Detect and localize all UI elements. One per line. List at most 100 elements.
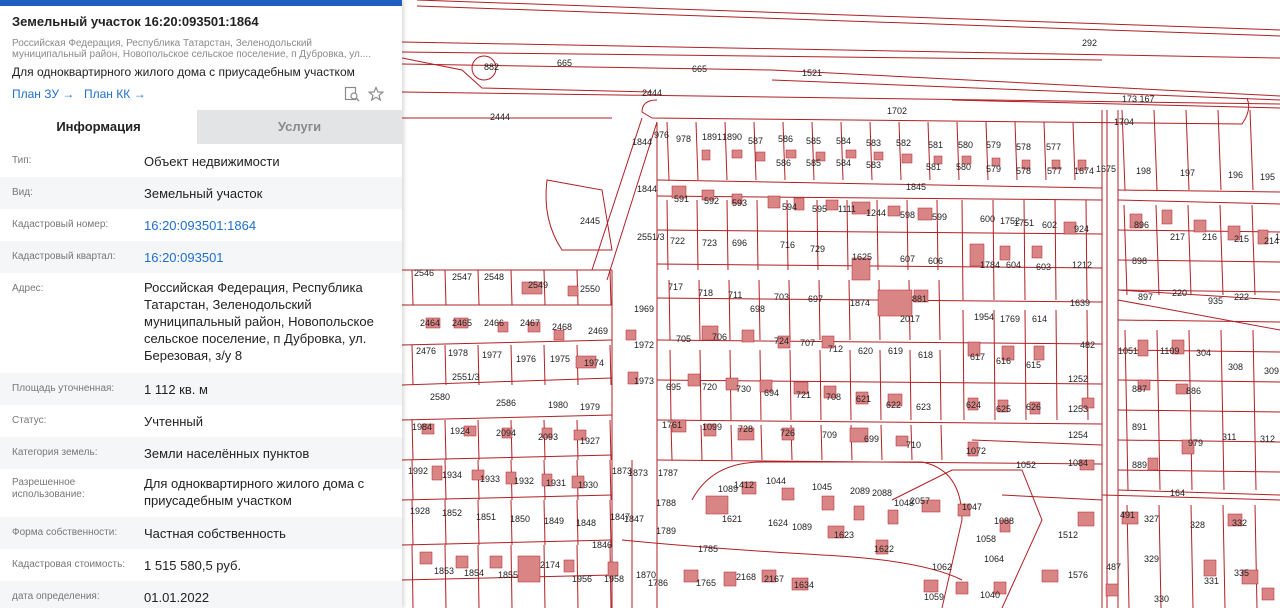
parcel-number-label: 595 — [812, 204, 827, 214]
parcel-number-label: 623 — [916, 402, 931, 412]
parcel-boundary — [543, 544, 546, 608]
parcel-number-label: 331 — [1204, 576, 1219, 586]
building-footprint — [767, 195, 781, 209]
parcel-number-label: 577 — [1047, 166, 1062, 176]
parcel-number-label: 2088 — [872, 488, 892, 498]
building-footprint — [705, 495, 729, 515]
building-footprint — [723, 571, 737, 587]
parcel-number-label: 2057 — [910, 496, 930, 506]
cadastral-number-link[interactable]: 16:20:093501:1864 — [144, 217, 394, 234]
parcel-number-label: 1084 — [1068, 458, 1088, 468]
parcel-number-label: 728 — [738, 424, 753, 434]
parcel-boundary — [869, 121, 873, 181]
parcel-number-label: 722 — [670, 236, 685, 246]
cadastral-map[interactable]: 292 665 665 1521 882 2444 173 167 1702 2444 1704 9… — [402, 0, 1280, 608]
parcel-number-label: 1849 — [544, 516, 564, 526]
panel-top-accent — [0, 0, 402, 6]
parcel-number-label: 580 — [958, 140, 973, 150]
row-valuation-date: дата определения: 01.01.2022 — [0, 581, 402, 608]
parcel-number-label: 1111 — [838, 204, 856, 214]
parcel-boundary — [961, 199, 964, 301]
parcel-number-label: 1972 — [634, 340, 654, 350]
parcel-number-label: 2466 — [484, 318, 504, 328]
plan-kk-link[interactable]: План КК → — [84, 87, 146, 101]
parcel-number-label: 1846 — [592, 540, 612, 550]
search-document-icon[interactable] — [344, 86, 360, 102]
parcel-number-label: 584 — [836, 158, 851, 168]
parcel-boundary — [477, 419, 480, 461]
parcel-number-label: 935 — [1208, 296, 1223, 306]
parcel-number-label: 604 — [1006, 260, 1021, 270]
parcel-number-label: 580 — [956, 162, 971, 172]
parcel-number-label: 1977 — [482, 350, 502, 360]
row-cadastral-value: Кадастровая стоимость: 1 515 580,5 руб. — [0, 549, 402, 581]
panel-title: Земельный участок 16:20:093501:1864 — [12, 14, 259, 29]
parcel-number-label: 703 — [774, 292, 789, 302]
parcel-number-label: 1099 — [702, 422, 722, 432]
parcel-number-label: 622 — [886, 400, 901, 410]
parcel-number-label: 696 — [732, 238, 747, 248]
map-canvas[interactable]: 292 665 665 1521 882 2444 173 167 1702 2444 1704 9… — [402, 0, 1280, 608]
parcel-number-label: 2467 — [520, 318, 540, 328]
parcel-number-label: 2094 — [496, 428, 516, 438]
row-label: Кадастровый квартал: — [12, 251, 116, 262]
tab-services[interactable]: Услуги — [197, 110, 402, 144]
parcel-number-label: 1784 — [980, 260, 1000, 270]
parcel-number-label: 1212 — [1072, 260, 1092, 270]
parcel-number-label: 1751 — [1014, 218, 1034, 228]
row-value: 01.01.2022 — [144, 590, 210, 605]
parcel-number-label: 487 — [1106, 562, 1121, 572]
building-footprint — [917, 207, 933, 221]
building-footprint — [1033, 345, 1045, 361]
building-footprint — [563, 559, 575, 573]
parcel-number-label: 308 — [1228, 362, 1243, 372]
building-footprint — [877, 289, 913, 317]
parcel-number-label: 220 — [1172, 288, 1187, 298]
parcel-number-label: 585 — [806, 136, 821, 146]
tab-info[interactable]: Информация — [0, 110, 197, 144]
parcel-number-label: 1622 — [874, 544, 894, 554]
parcel-number-label: 197 — [1180, 168, 1195, 178]
parcel-number-label: 603 — [1036, 262, 1051, 272]
parcel-number-label: 1045 — [812, 482, 832, 492]
cadastral-quarter-link[interactable]: 16:20:093501 — [144, 249, 394, 266]
row-value: Учтенный — [144, 414, 204, 429]
parcel-boundary — [789, 349, 792, 421]
parcel-number-label: 1891 — [702, 132, 722, 142]
parcel-number-label: 1958 — [604, 574, 624, 584]
row-label: Вид: — [12, 187, 33, 198]
row-label: Тип: — [12, 155, 32, 166]
parcel-boundary — [444, 269, 447, 306]
parcel-number-label: 1851 — [476, 512, 496, 522]
parcel-number-label: 583 — [866, 138, 881, 148]
parcel-number-label: 2089 — [850, 486, 870, 496]
parcel-number-label: 697 — [808, 294, 823, 304]
row-value: 1 515 580,5 руб. — [144, 558, 242, 573]
building-footprint — [701, 149, 711, 161]
parcel-boundary — [1222, 504, 1226, 608]
parcel-number-label: 898 — [1132, 256, 1147, 266]
parcel-boundary — [1155, 204, 1160, 296]
parcel-boundary — [726, 199, 729, 271]
parcel-boundary — [1055, 309, 1058, 421]
parcel-boundary — [840, 121, 844, 181]
parcel-boundary — [879, 349, 882, 421]
parcel-boundary — [609, 499, 612, 546]
row-label: Адрес: — [12, 283, 44, 294]
star-icon[interactable] — [367, 86, 385, 102]
row-cadastral-number: Кадастровый номер: 16:20:093501:1864 — [0, 209, 402, 241]
parcel-number-label: 1521 — [802, 68, 822, 78]
parcel-number-label: 1761 — [662, 420, 682, 430]
parcel-number-label: 1932 — [514, 476, 534, 486]
parcel-number-label: 882 — [484, 62, 499, 72]
building-footprint — [1105, 583, 1119, 597]
row-value: Российская Федерация, Республика Татарст… — [144, 280, 374, 363]
parcel-number-label: 583 — [866, 160, 881, 170]
building-footprint — [687, 373, 701, 387]
parcel-number-label: 1890 — [722, 132, 742, 142]
parcel-number-label: 585 — [806, 158, 821, 168]
parcel-number-label: 724 — [774, 336, 789, 346]
parcel-number-label: 618 — [918, 350, 933, 360]
parcel-number-label: 616 — [996, 356, 1011, 366]
plan-zu-link[interactable]: План ЗУ → — [12, 87, 74, 101]
